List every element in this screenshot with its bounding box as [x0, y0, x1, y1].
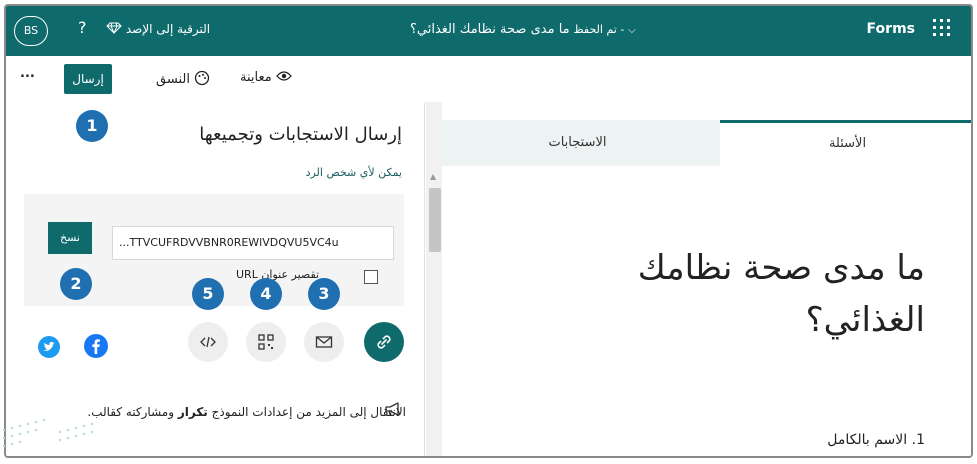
question-number: 1. [911, 432, 925, 448]
template-tip[interactable]: الانتقال إلى المزيد من إعدادات النموذج ت… [66, 402, 406, 422]
shorten-url-checkbox[interactable] [364, 270, 378, 284]
question-1[interactable]: 1. الاسم بالكامل [827, 432, 925, 448]
top-bar: BS ? الترقية إلى الإصد ⌵ - تم الحفظ ما م… [6, 6, 971, 56]
app-launcher-icon[interactable] [933, 19, 951, 37]
share-qr-button[interactable] [246, 322, 286, 362]
avatar[interactable]: BS [14, 16, 48, 46]
link-icon [377, 335, 391, 349]
scroll-up-arrow-icon[interactable]: ▲ [430, 172, 436, 181]
preview-label: معاينة [240, 70, 272, 85]
question-label: الاسم بالكامل [827, 432, 908, 448]
form-title[interactable]: ما مدى صحة نظامك الغذائي؟ [545, 242, 925, 346]
document-title: ما مدى صحة نظامك الغذائي؟ [410, 22, 570, 37]
document-title-area[interactable]: ⌵ - تم الحفظ ما مدى صحة نظامك الغذائي؟ [410, 22, 636, 37]
callout-badge-2: 2 [60, 268, 92, 300]
chevron-down-icon: ⌵ [628, 25, 636, 36]
share-embed-button[interactable] [188, 322, 228, 362]
send-button[interactable]: إرسال [64, 64, 112, 94]
shorten-url-label: تقصير عنوان URL [236, 268, 320, 281]
diamond-icon [106, 22, 122, 36]
send-panel-title: إرسال الاستجابات وتجميعها [199, 124, 402, 145]
upgrade-link[interactable]: الترقية إلى الإصد [106, 22, 210, 36]
facebook-icon[interactable] [84, 334, 108, 358]
share-email-button[interactable] [304, 322, 344, 362]
preview-button[interactable]: معاينة [240, 70, 292, 85]
app-name[interactable]: Forms [867, 21, 915, 37]
more-options-button[interactable]: ... [20, 66, 35, 81]
toolbar: ... إرسال النسق معاينة [6, 56, 971, 102]
tab-responses[interactable]: الاستجابات [450, 120, 705, 166]
copy-button[interactable]: نسخ [48, 222, 92, 254]
tip-duplicate-link[interactable]: تكرار [178, 405, 208, 419]
help-icon[interactable]: ? [78, 18, 87, 37]
callout-badge-3: 3 [308, 278, 340, 310]
callout-badge-1: 1 [76, 110, 108, 142]
upgrade-label: الترقية إلى الإصد [125, 22, 211, 36]
qr-code-icon [258, 334, 274, 350]
scrollbar-thumb[interactable] [429, 188, 441, 252]
editor-tabs: الأسئلة الاستجابات [442, 120, 971, 166]
style-label: النسق [156, 72, 190, 87]
palette-icon [190, 70, 210, 87]
embed-icon [200, 336, 216, 348]
twitter-icon[interactable] [38, 336, 60, 358]
save-status: - تم الحفظ [573, 23, 625, 36]
callout-badge-5: 5 [192, 278, 224, 310]
share-link-button[interactable] [364, 322, 404, 362]
tip-text-end: ومشاركته كقالب. [87, 405, 175, 419]
decorative-dots [2, 418, 94, 448]
scrollbar[interactable]: ▲ [426, 102, 442, 456]
tip-text: الانتقال إلى المزيد من إعدادات النموذج [211, 405, 406, 419]
share-url-field[interactable]: ...TTVCUFRDVVBNR0REWlVDQVU5VC4u [112, 226, 394, 260]
email-icon [315, 336, 333, 348]
tab-questions[interactable]: الأسئلة [720, 120, 971, 166]
style-button[interactable]: النسق [156, 70, 210, 87]
app-window: BS ? الترقية إلى الإصد ⌵ - تم الحفظ ما م… [4, 4, 973, 458]
callout-badge-4: 4 [250, 278, 282, 310]
eye-icon [272, 70, 292, 85]
form-editor: الأسئلة الاستجابات ما مدى صحة نظامك الغذ… [442, 102, 971, 456]
access-setting-link[interactable]: يمكن لأي شخص الرد [306, 166, 402, 179]
